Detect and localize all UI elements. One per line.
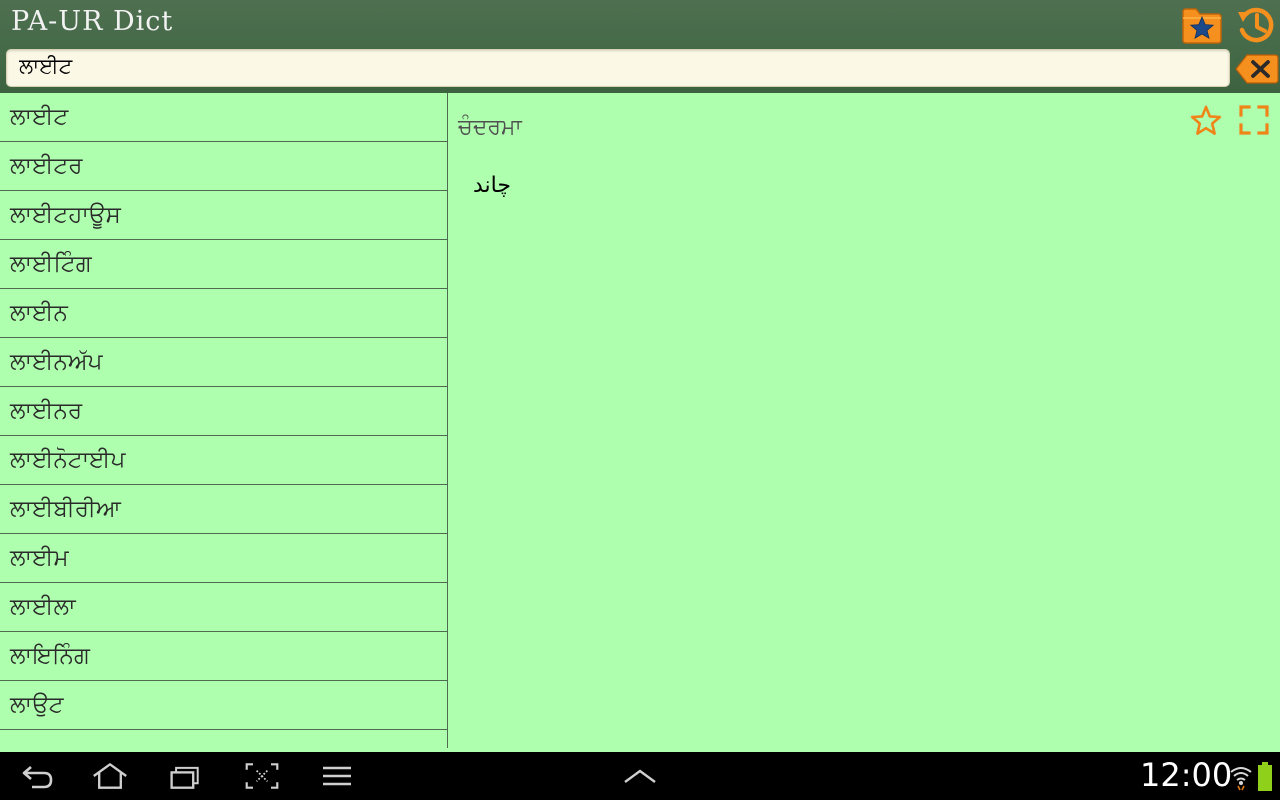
word-list-item[interactable]: ਲਾਉਟ [0, 681, 447, 730]
app-header: PA-UR Dict [0, 0, 1280, 93]
word-list-item[interactable]: ਲਾਇਨਿੰਗ [0, 632, 447, 681]
word-list-item[interactable]: ਲਾਈਲਾ [0, 583, 447, 632]
definition-panel: ਚੰਦਰਮਾ چاند [448, 93, 1280, 752]
word-list-item[interactable]: ਲਾਈਨੋਟਾਈਪ [0, 436, 447, 485]
favorites-folder-icon[interactable] [1180, 3, 1224, 47]
clear-search-icon[interactable] [1235, 52, 1279, 86]
app-window: PA-UR Dict ਲਾਈਟ ਲਾਈਟਰ ਲਾਈਟਹਾਊਸ ਲਾਈਟਿੰਗ ਲ… [0, 0, 1280, 800]
word-list-item[interactable] [0, 730, 447, 748]
word-list-item[interactable]: ਲਾਈਟ [0, 93, 447, 142]
back-icon[interactable] [20, 760, 56, 792]
word-list-item[interactable]: ਲਾਈਬੀਰੀਆ [0, 485, 447, 534]
recent-apps-icon[interactable] [168, 760, 204, 792]
chevron-up-icon[interactable] [622, 760, 658, 792]
definition-translation: چاند [473, 173, 511, 198]
screenshot-icon[interactable] [244, 760, 280, 792]
history-icon[interactable] [1234, 3, 1278, 47]
word-list-item[interactable]: ਲਾਈਟਿੰਗ [0, 240, 447, 289]
fullscreen-icon[interactable] [1238, 104, 1270, 136]
content-area: ਲਾਈਟ ਲਾਈਟਰ ਲਾਈਟਹਾਊਸ ਲਾਈਟਿੰਗ ਲਾਈਨ ਲਾਈਨਅੱਪ… [0, 93, 1280, 752]
word-list-item[interactable]: ਲਾਈਮ [0, 534, 447, 583]
battery-icon [1258, 762, 1272, 791]
word-list-item[interactable]: ਲਾਈਨ [0, 289, 447, 338]
app-title: PA-UR Dict [11, 6, 174, 37]
favorite-star-icon[interactable] [1190, 105, 1222, 137]
system-navigation-bar: 12:00 [0, 752, 1280, 800]
search-box[interactable] [6, 49, 1230, 87]
word-list-item[interactable]: ਲਾਈਨਅੱਪ [0, 338, 447, 387]
status-clock: 12:00 [1140, 756, 1233, 794]
home-icon[interactable] [92, 760, 128, 792]
word-list-item[interactable]: ਲਾਈਟਹਾਊਸ [0, 191, 447, 240]
search-input[interactable] [7, 50, 1229, 86]
menu-icon[interactable] [320, 760, 356, 792]
word-list[interactable]: ਲਾਈਟ ਲਾਈਟਰ ਲਾਈਟਹਾਊਸ ਲਾਈਟਿੰਗ ਲਾਈਨ ਲਾਈਨਅੱਪ… [0, 93, 448, 748]
definition-headword: ਚੰਦਰਮਾ [458, 115, 522, 140]
word-list-item[interactable]: ਲਾਈਟਰ [0, 142, 447, 191]
wifi-signal-icon [1230, 767, 1252, 791]
word-list-item[interactable]: ਲਾਈਨਰ [0, 387, 447, 436]
